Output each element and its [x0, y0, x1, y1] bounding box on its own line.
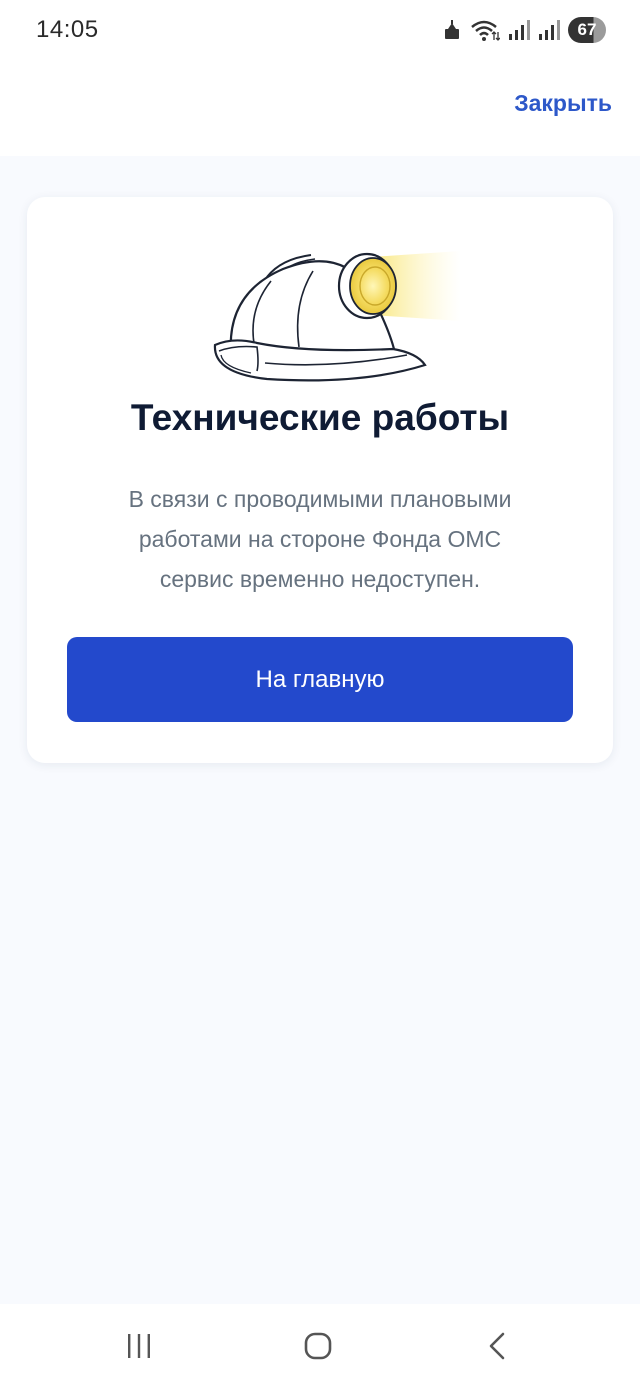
signal-icon-2: [539, 20, 560, 40]
message-line: работами на стороне Фонда ОМС: [138, 526, 502, 552]
helmet-with-lamp-icon: [213, 251, 461, 382]
system-nav-bar: [0, 1304, 640, 1387]
status-bar: 14:05 67: [0, 0, 640, 62]
back-button[interactable]: [474, 1322, 522, 1370]
status-icons: 67: [442, 16, 606, 44]
home-button[interactable]: [294, 1322, 342, 1370]
go-home-button[interactable]: На главную: [67, 637, 573, 722]
notification-icon: [445, 20, 459, 39]
recent-apps-icon: [128, 1334, 150, 1358]
content-area: Технические работы В связи с проводимыми…: [0, 156, 640, 1304]
home-icon: [304, 1332, 332, 1360]
wifi-icon: [471, 20, 500, 41]
signal-icon: [509, 20, 530, 40]
battery-icon: 67: [568, 17, 606, 43]
message-line: В связи с проводимыми плановыми: [128, 486, 512, 512]
close-button[interactable]: Закрыть: [514, 90, 612, 117]
top-bar: Закрыть: [0, 62, 640, 156]
recent-apps-button[interactable]: [115, 1322, 163, 1370]
message-line: сервис временно недоступен.: [159, 566, 481, 592]
page-title: Технические работы: [130, 397, 510, 438]
status-time: 14:05: [36, 16, 99, 43]
back-icon: [489, 1332, 505, 1360]
maintenance-card: Технические работы В связи с проводимыми…: [27, 197, 613, 763]
maintenance-message: В связи с проводимыми плановыми работами…: [67, 479, 573, 599]
